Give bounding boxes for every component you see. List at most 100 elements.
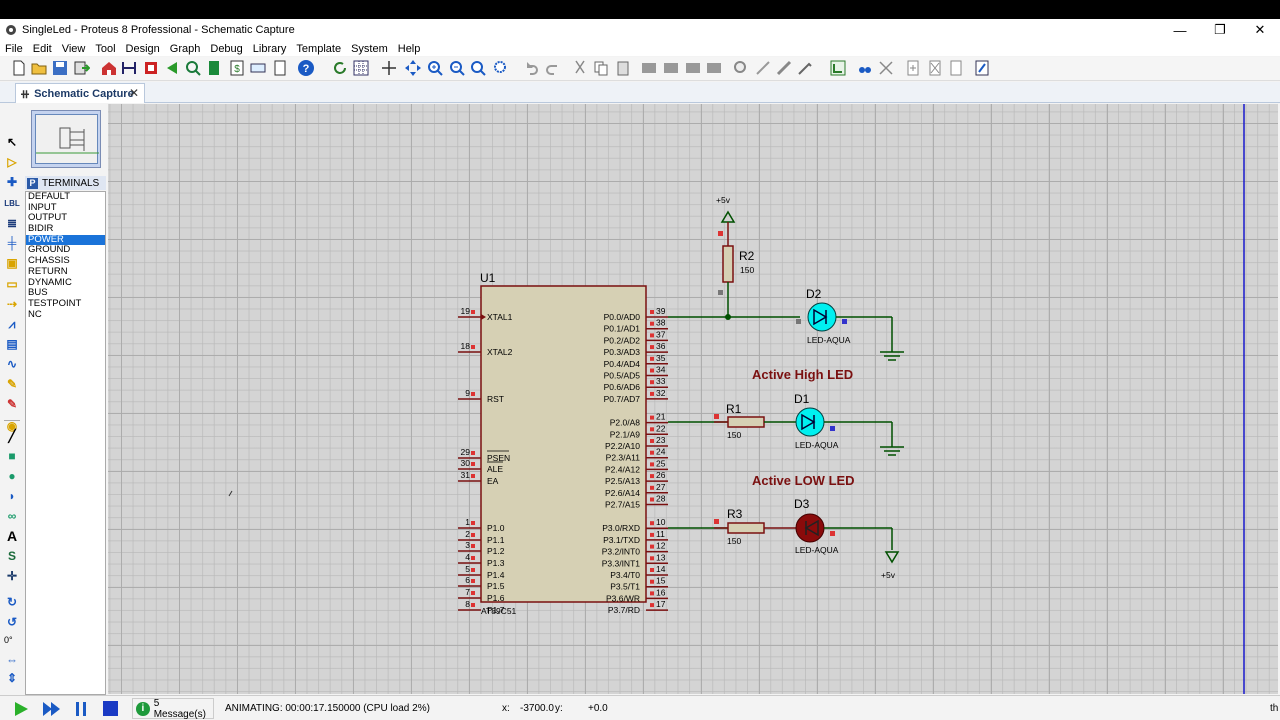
zoom-out-icon[interactable] bbox=[448, 59, 466, 77]
document-icon[interactable] bbox=[271, 59, 289, 77]
mirror-horizontal-icon[interactable]: ⇔ bbox=[4, 652, 20, 668]
rotate-clockwise-icon[interactable]: ↻ bbox=[4, 594, 20, 610]
copy-icon[interactable] bbox=[592, 59, 610, 77]
terminal-item-testpoint[interactable]: TESTPOINT bbox=[26, 298, 105, 310]
block-move-icon[interactable] bbox=[662, 59, 680, 77]
pick-badge[interactable]: P bbox=[27, 177, 38, 189]
generator-mode-icon[interactable]: ∿ bbox=[4, 356, 20, 372]
paste-icon[interactable] bbox=[614, 59, 632, 77]
subcircuit-mode-icon[interactable]: ▣ bbox=[4, 255, 20, 271]
property-tool-icon[interactable] bbox=[877, 59, 895, 77]
remove-sheet-icon[interactable] bbox=[926, 59, 944, 77]
tab-close-icon[interactable]: ✕ bbox=[129, 86, 139, 100]
undo-icon[interactable] bbox=[522, 59, 540, 77]
voltage-probe-mode-icon[interactable]: ✎ bbox=[4, 376, 20, 392]
bom-icon[interactable] bbox=[205, 59, 223, 77]
symbol-tool-icon[interactable]: S bbox=[4, 548, 20, 564]
led-d1[interactable]: D1 LED-AQUA bbox=[794, 392, 904, 456]
power-terminal-top[interactable]: +5v bbox=[716, 195, 736, 236]
wire-label-mode-icon[interactable]: LBL bbox=[4, 195, 20, 211]
search-tag-icon[interactable] bbox=[856, 59, 874, 77]
terminals-mode-icon[interactable]: ▭ bbox=[4, 276, 20, 292]
home-icon[interactable] bbox=[100, 59, 118, 77]
marker-tool-icon[interactable]: ✛ bbox=[4, 568, 20, 584]
messages-button[interactable]: i 5 Message(s) bbox=[132, 698, 214, 720]
grid-toggle-icon[interactable] bbox=[352, 59, 370, 77]
restore-button[interactable]: ❐ bbox=[1200, 19, 1240, 41]
zoom-refresh-icon[interactable] bbox=[184, 59, 202, 77]
text-script-mode-icon[interactable]: ≣ bbox=[4, 215, 20, 231]
tape-recorder-mode-icon[interactable]: ▤ bbox=[4, 336, 20, 352]
tab-schematic-capture[interactable]: ⧺ Schematic Capture ✕ bbox=[15, 83, 145, 103]
wire-autorouter-icon[interactable] bbox=[829, 59, 847, 77]
minimize-button[interactable]: — bbox=[1160, 19, 1200, 41]
mirror-vertical-icon[interactable]: ⇕ bbox=[4, 670, 20, 686]
save-icon[interactable] bbox=[51, 59, 69, 77]
menu-view[interactable]: View bbox=[57, 43, 91, 55]
import-icon[interactable] bbox=[72, 59, 90, 77]
cost-icon[interactable]: $ bbox=[228, 59, 246, 77]
pcb-icon[interactable] bbox=[142, 59, 160, 77]
pan-icon[interactable] bbox=[404, 59, 422, 77]
zoom-in-icon[interactable] bbox=[426, 59, 444, 77]
menu-file[interactable]: File bbox=[0, 43, 28, 55]
selection-mode-icon[interactable]: ↖ bbox=[4, 134, 20, 150]
box-tool-icon[interactable]: ■ bbox=[4, 448, 20, 464]
terminal-item-nc[interactable]: NC bbox=[26, 309, 105, 321]
graph-mode-icon[interactable]: ⩘ bbox=[4, 316, 20, 332]
menu-template[interactable]: Template bbox=[291, 43, 346, 55]
pause-button[interactable] bbox=[71, 700, 91, 718]
schematic-icon[interactable] bbox=[120, 59, 138, 77]
menu-system[interactable]: System bbox=[346, 43, 393, 55]
goto-sheet-icon[interactable] bbox=[947, 59, 965, 77]
pick-device-icon[interactable] bbox=[732, 59, 750, 77]
refresh-icon[interactable] bbox=[331, 59, 349, 77]
edit-sheet-icon[interactable] bbox=[973, 59, 991, 77]
decompose-icon[interactable] bbox=[796, 59, 814, 77]
schematic-canvas[interactable]: U1 AT89C51 19 XTAL1 18 XTAL2 9 RST 29 PSEN 30 ALE… bbox=[108, 104, 1278, 694]
menu-graph[interactable]: Graph bbox=[165, 43, 206, 55]
circle-tool-icon[interactable]: ● bbox=[4, 468, 20, 484]
block-rotate-icon[interactable] bbox=[684, 59, 702, 77]
overview-viewport[interactable] bbox=[35, 114, 99, 164]
zoom-all-icon[interactable] bbox=[469, 59, 487, 77]
redo-icon[interactable] bbox=[544, 59, 562, 77]
rotate-anticlockwise-icon[interactable]: ↺ bbox=[4, 614, 20, 630]
make-device-icon[interactable] bbox=[754, 59, 772, 77]
open-folder-icon[interactable] bbox=[30, 59, 48, 77]
menu-help[interactable]: Help bbox=[393, 43, 426, 55]
new-file-icon[interactable] bbox=[10, 59, 28, 77]
new-sheet-icon[interactable] bbox=[904, 59, 922, 77]
menu-library[interactable]: Library bbox=[248, 43, 292, 55]
packaging-tool-icon[interactable] bbox=[775, 59, 793, 77]
step-button[interactable] bbox=[41, 700, 61, 718]
line-tool-icon[interactable]: ╱ bbox=[4, 428, 20, 444]
menu-design[interactable]: Design bbox=[121, 43, 165, 55]
play-button[interactable] bbox=[11, 700, 31, 718]
text-tool-icon[interactable]: A bbox=[4, 528, 20, 544]
rotation-angle-field[interactable]: 0° bbox=[4, 632, 20, 648]
led-d3[interactable]: +5v D3 LED-AQUA bbox=[794, 497, 900, 580]
block-copy-icon[interactable] bbox=[640, 59, 658, 77]
close-button[interactable]: ✕ bbox=[1240, 19, 1280, 41]
resistor-r3[interactable]: R3 150 bbox=[714, 507, 796, 546]
arc-tool-icon[interactable]: ◗ bbox=[4, 488, 20, 504]
cut-icon[interactable] bbox=[571, 59, 589, 77]
led-d2[interactable]: D2 LED-AQUA bbox=[796, 287, 904, 361]
buses-mode-icon[interactable]: ╪ bbox=[4, 235, 20, 251]
origin-icon[interactable] bbox=[380, 59, 398, 77]
overview-window[interactable] bbox=[31, 110, 101, 168]
help-icon[interactable]: ? bbox=[297, 59, 315, 77]
menu-edit[interactable]: Edit bbox=[28, 43, 57, 55]
resistor-r1[interactable]: R1 150 bbox=[714, 402, 796, 440]
junction-dot-mode-icon[interactable]: ✚ bbox=[4, 174, 20, 190]
terminal-item-return[interactable]: RETURN bbox=[26, 266, 105, 278]
back-icon[interactable] bbox=[163, 59, 181, 77]
stop-button[interactable] bbox=[100, 700, 120, 718]
zoom-area-icon[interactable] bbox=[492, 59, 510, 77]
current-probe-mode-icon[interactable]: ✎ bbox=[4, 396, 20, 412]
menu-debug[interactable]: Debug bbox=[205, 43, 247, 55]
design-explorer-icon[interactable] bbox=[249, 59, 267, 77]
mcu-u1[interactable]: U1 AT89C51 19XTAL118XTAL29RST29PSEN30ALE… bbox=[458, 271, 668, 616]
path-tool-icon[interactable]: ∞ bbox=[4, 508, 20, 524]
